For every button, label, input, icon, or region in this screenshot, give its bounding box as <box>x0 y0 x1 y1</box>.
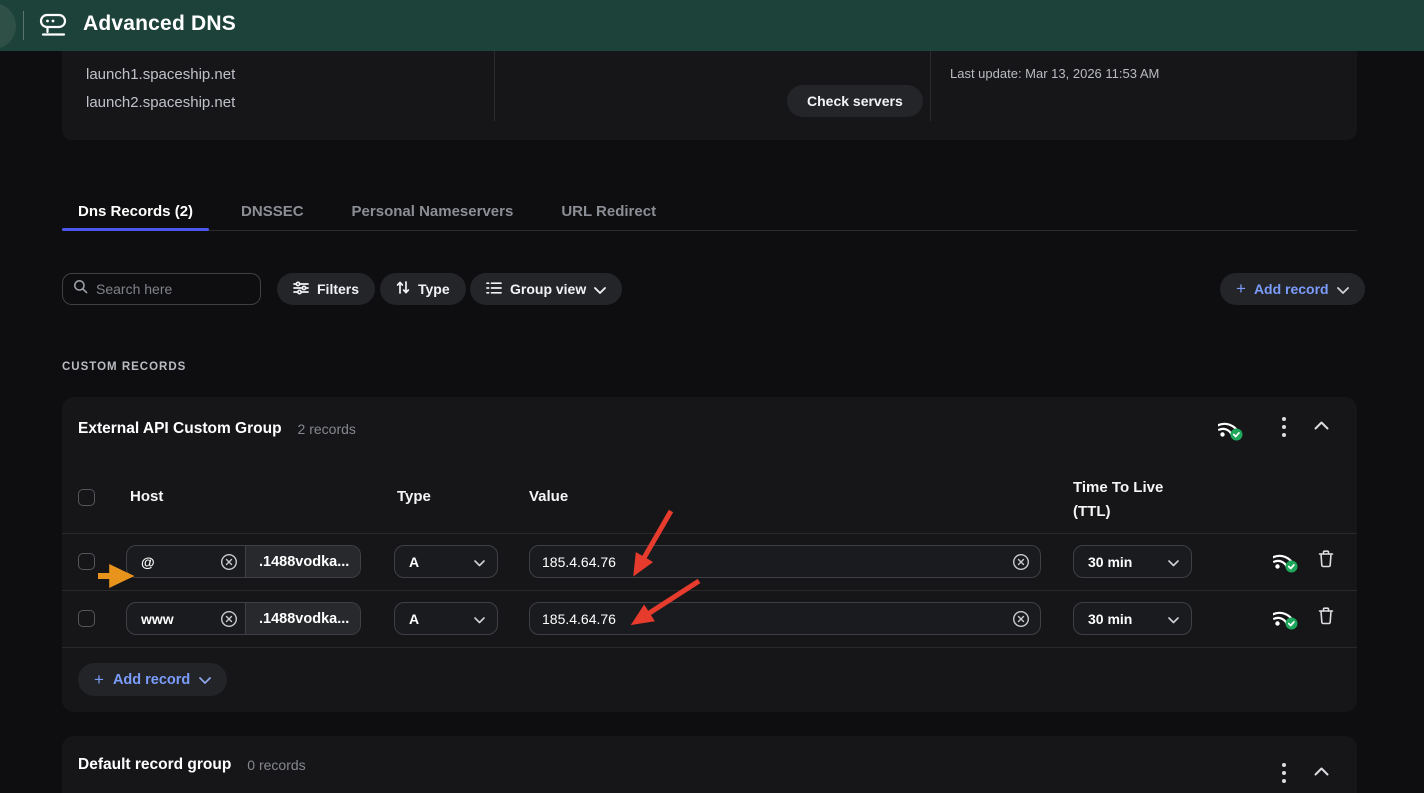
ttl-value: 30 min <box>1088 611 1132 627</box>
host-input-wrapper[interactable] <box>127 603 245 634</box>
delete-record-icon[interactable] <box>1318 607 1334 625</box>
host-field-group: .1488vodka... <box>126 545 361 578</box>
select-all-checkbox[interactable] <box>78 489 95 506</box>
filters-icon <box>293 281 309 298</box>
value-input[interactable] <box>530 554 1040 570</box>
type-label: Type <box>418 281 450 297</box>
collapse-chevron-up-icon[interactable] <box>1314 767 1329 776</box>
tab-personal-nameservers[interactable]: Personal Nameservers <box>336 192 530 230</box>
dns-icon <box>38 13 68 44</box>
type-select[interactable]: A <box>394 545 498 578</box>
add-record-button[interactable]: + Add record <box>78 663 227 696</box>
group-header: External API Custom Group 2 records <box>78 397 356 461</box>
tab-dns-records[interactable]: Dns Records (2) <box>62 192 209 230</box>
type-value: A <box>409 611 419 627</box>
propagation-status-icon[interactable] <box>1273 606 1299 630</box>
propagation-status-icon[interactable] <box>1218 417 1244 441</box>
chevron-down-icon <box>474 554 485 570</box>
group-view-button[interactable]: Group view <box>470 273 622 305</box>
domain-suffix-label: .1488vodka... <box>245 546 360 577</box>
plus-icon: + <box>94 670 104 690</box>
clear-icon[interactable] <box>220 610 238 628</box>
tab-url-redirect[interactable]: URL Redirect <box>545 192 672 230</box>
nameserver-list: launch1.spaceship.net launch2.spaceship.… <box>86 61 235 117</box>
kebab-menu-icon[interactable] <box>1281 415 1287 439</box>
kebab-menu-icon[interactable] <box>1281 761 1287 785</box>
value-input-wrapper[interactable] <box>529 545 1041 578</box>
collapse-chevron-up-icon[interactable] <box>1314 421 1329 430</box>
group-record-count: 2 records <box>298 421 356 437</box>
add-record-label: Add record <box>113 672 190 688</box>
chevron-down-icon <box>1168 611 1179 627</box>
search-input[interactable] <box>96 281 250 297</box>
chevron-down-icon <box>199 672 211 688</box>
group-header: Default record group 0 records <box>78 736 306 793</box>
sort-arrows-icon <box>396 280 410 298</box>
add-record-label: Add record <box>1254 281 1329 297</box>
filters-button[interactable]: Filters <box>277 273 375 305</box>
clear-icon[interactable] <box>1012 610 1030 628</box>
custom-records-label: CUSTOM RECORDS <box>62 361 186 373</box>
chevron-down-icon <box>1337 281 1349 297</box>
clear-icon[interactable] <box>1012 553 1030 571</box>
host-field-group: .1488vodka... <box>126 602 361 635</box>
chevron-down-icon <box>1168 554 1179 570</box>
group-title: Default record group <box>78 756 231 774</box>
nameserver-panel: launch1.spaceship.net launch2.spaceship.… <box>62 51 1357 140</box>
last-update-text: Last update: Mar 13, 2026 11:53 AM <box>950 66 1159 81</box>
page-title: Advanced DNS <box>83 12 236 36</box>
header-divider <box>23 11 24 40</box>
search-icon <box>73 279 88 299</box>
check-servers-button[interactable]: Check servers <box>787 85 923 117</box>
column-header-ttl: Time To Live (TTL) <box>1073 476 1163 524</box>
tab-bar: Dns Records (2) DNSSEC Personal Nameserv… <box>62 192 1357 231</box>
column-header-host: Host <box>130 488 163 505</box>
ttl-select[interactable]: 30 min <box>1073 602 1192 635</box>
delete-record-icon[interactable] <box>1318 550 1334 568</box>
header-edge-circle <box>0 3 16 49</box>
search-input-wrapper[interactable] <box>62 273 261 305</box>
propagation-status-icon[interactable] <box>1273 549 1299 573</box>
add-record-button[interactable]: + Add record <box>1220 273 1365 305</box>
sort-type-button[interactable]: Type <box>380 273 466 305</box>
row-checkbox[interactable] <box>78 553 95 570</box>
filters-label: Filters <box>317 281 359 297</box>
list-icon <box>486 281 502 298</box>
records-toolbar: Filters Type Group view + Add record <box>0 273 1424 305</box>
tab-dnssec[interactable]: DNSSEC <box>225 192 320 230</box>
value-input[interactable] <box>530 611 1040 627</box>
nameserver-item: launch1.spaceship.net <box>86 61 235 89</box>
nameserver-item: launch2.spaceship.net <box>86 89 235 117</box>
panel-divider <box>930 51 931 121</box>
panel-divider <box>494 51 495 121</box>
table-row: .1488vodka... A 30 min <box>62 590 1357 647</box>
group-record-count: 0 records <box>247 757 305 773</box>
row-divider <box>62 647 1357 648</box>
row-checkbox[interactable] <box>78 610 95 627</box>
record-group-default: Default record group 0 records <box>62 736 1357 793</box>
column-header-type: Type <box>397 488 431 505</box>
chevron-down-icon <box>594 281 606 297</box>
type-value: A <box>409 554 419 570</box>
plus-icon: + <box>1236 279 1246 299</box>
ttl-select[interactable]: 30 min <box>1073 545 1192 578</box>
table-row: .1488vodka... A 30 min <box>62 533 1357 590</box>
host-input-wrapper[interactable] <box>127 546 245 577</box>
clear-icon[interactable] <box>220 553 238 571</box>
app-header: Advanced DNS <box>0 0 1424 51</box>
group-title: External API Custom Group <box>78 420 282 438</box>
value-input-wrapper[interactable] <box>529 602 1041 635</box>
record-group-external-api: External API Custom Group 2 records Host… <box>62 397 1357 712</box>
group-view-label: Group view <box>510 281 586 297</box>
column-header-value: Value <box>529 488 568 505</box>
chevron-down-icon <box>474 611 485 627</box>
domain-suffix-label: .1488vodka... <box>245 603 360 634</box>
type-select[interactable]: A <box>394 602 498 635</box>
ttl-value: 30 min <box>1088 554 1132 570</box>
